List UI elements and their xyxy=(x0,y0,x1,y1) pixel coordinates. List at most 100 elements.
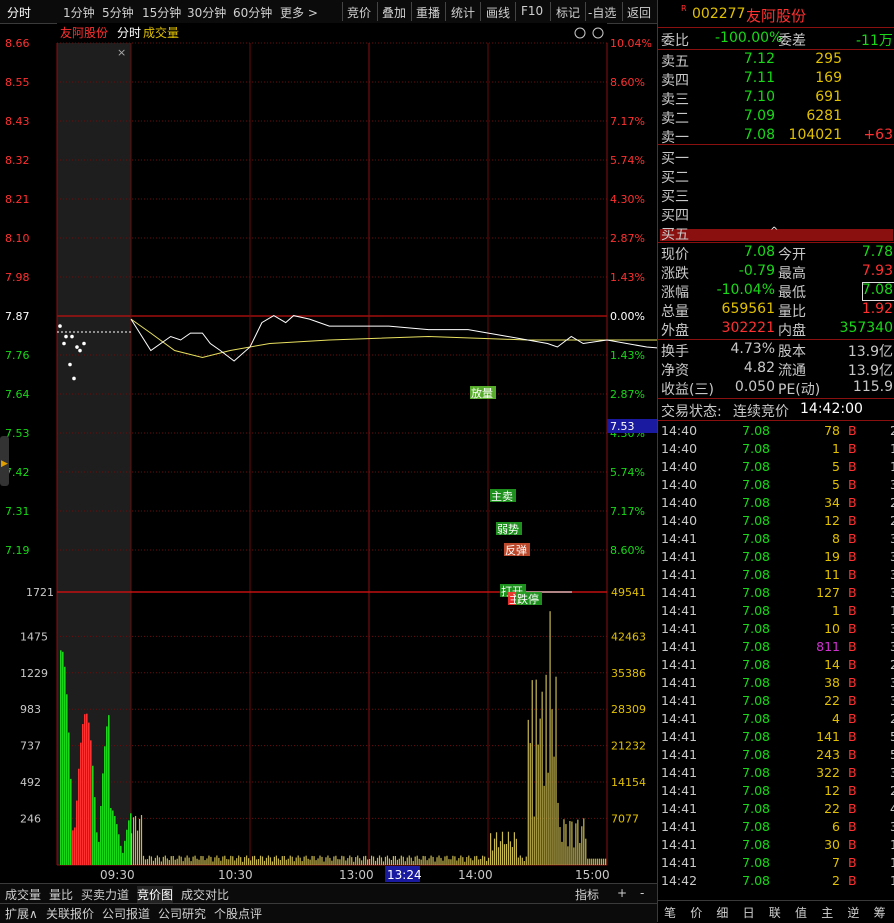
info-tab[interactable]: 公司研究 xyxy=(158,905,206,922)
high-price: 7.93 xyxy=(861,263,893,279)
trade-count: 2 xyxy=(890,495,894,510)
f10-button[interactable]: F10 xyxy=(521,4,543,18)
ask-price: 7.12 xyxy=(743,51,775,67)
trade-price: 7.08 xyxy=(742,657,770,672)
replay-button[interactable]: 重播 xyxy=(416,4,440,21)
volume-bar xyxy=(90,740,92,865)
mark-button[interactable]: 标记 xyxy=(556,4,580,21)
volume-bar xyxy=(400,855,402,865)
signal-label: 反弹 xyxy=(505,543,527,557)
order-ratio-row: 委比 -100.00% 委差 -11万 xyxy=(661,30,893,49)
panel-tab[interactable]: 价 xyxy=(690,904,702,921)
panel-tab[interactable]: 值 xyxy=(795,904,807,921)
panel-tab[interactable]: 笔 xyxy=(664,904,676,921)
auction-button[interactable]: 竞价 xyxy=(347,4,371,21)
volume-bar xyxy=(523,860,525,865)
indicator-tab[interactable]: 量比 xyxy=(49,886,73,903)
volume-bar xyxy=(388,858,391,865)
trade-price: 7.08 xyxy=(742,513,770,528)
panel-tab[interactable]: 日 xyxy=(743,904,755,921)
tab-60min[interactable]: 60分钟 xyxy=(233,4,272,21)
indicator-button[interactable]: 指标 xyxy=(575,886,599,903)
volume-bar xyxy=(255,859,258,865)
indicator-tab[interactable]: 成交量 xyxy=(5,886,41,903)
label: 流通 xyxy=(778,363,806,379)
volume-bar xyxy=(581,826,583,865)
volume-bar xyxy=(291,856,293,865)
trade-row: 14:41 7.08 141 B 5 xyxy=(658,729,894,747)
volume-tick-left: 737 xyxy=(20,740,41,753)
trade-side: B xyxy=(848,513,857,528)
volume-bar xyxy=(152,860,155,865)
indicator-tab[interactable]: 成交对比 xyxy=(181,886,229,903)
remove-indicator-button[interactable]: - xyxy=(640,886,644,900)
volume-bar xyxy=(66,694,68,865)
volume-bar xyxy=(593,858,595,865)
info-tab[interactable]: 个股点评 xyxy=(214,905,262,922)
panel-tab[interactable]: 细 xyxy=(716,904,728,921)
indicator-tab[interactable]: 竞价图 xyxy=(137,886,174,903)
pct-tick: 7.17% xyxy=(610,115,645,128)
bid-row: 买五 xyxy=(658,224,894,243)
price-tick: 8.10 xyxy=(5,232,30,245)
volume-bar xyxy=(124,840,126,865)
panel-tab[interactable]: 筹 xyxy=(874,904,886,921)
trade-price: 7.08 xyxy=(742,837,770,852)
volume-bar xyxy=(212,861,214,865)
back-button[interactable]: 返回 xyxy=(627,4,651,21)
ask-price: 7.08 xyxy=(743,127,775,143)
price-tick: 8.32 xyxy=(5,154,30,167)
trade-price: 7.08 xyxy=(742,711,770,726)
volume-bar xyxy=(114,815,116,865)
draw-button[interactable]: 画线 xyxy=(486,4,510,21)
panel-tab[interactable]: 逆 xyxy=(847,904,859,921)
info-tab[interactable]: 公司报道 xyxy=(102,905,150,922)
indicator-tab[interactable]: 买卖力道 xyxy=(81,886,129,903)
add-indicator-button[interactable]: + xyxy=(617,886,627,900)
volume-tick-right: 28309 xyxy=(611,703,646,716)
volume-bar xyxy=(601,858,603,865)
volume-bar xyxy=(70,778,72,865)
auction-dot xyxy=(82,341,86,346)
tab-5min[interactable]: 5分钟 xyxy=(102,4,134,21)
trade-side: B xyxy=(848,459,857,474)
volume-bar xyxy=(499,841,502,865)
total-volume: 659561 xyxy=(721,301,775,317)
tab-1min[interactable]: 1分钟 xyxy=(63,4,95,21)
intraday-chart[interactable]: 8.66 8.55 8.43 8.32 8.21 8.10 7.98 7.87 7.76 7.64… xyxy=(0,23,657,913)
volume-bar xyxy=(68,732,70,865)
volume-bar xyxy=(460,855,462,865)
volume-bar xyxy=(206,858,208,865)
stats-button[interactable]: 统计 xyxy=(451,4,475,21)
close-icon[interactable]: × xyxy=(117,46,126,59)
panel-tab[interactable]: 联 xyxy=(769,904,781,921)
volume-bar xyxy=(295,857,297,865)
tab-intraday[interactable]: 分时 xyxy=(7,4,31,21)
pe-ratio: 115.9 xyxy=(852,379,893,395)
trade-side: B xyxy=(848,585,857,600)
trade-volume: 5 xyxy=(832,477,840,492)
panel-tab[interactable]: 主 xyxy=(821,904,833,921)
remove-watchlist-button[interactable]: -自选 xyxy=(588,4,616,21)
trade-time: 14:41 xyxy=(661,783,698,798)
tab-more[interactable]: 更多 > xyxy=(280,4,318,21)
volume-bar xyxy=(378,855,381,865)
trade-side: B xyxy=(848,495,857,510)
time-tick: 13:00 xyxy=(339,868,374,882)
volume-bar xyxy=(376,857,379,865)
tab-15min[interactable]: 15分钟 xyxy=(142,4,181,21)
volume-bar xyxy=(82,724,84,865)
trade-time: 14:40 xyxy=(661,477,698,492)
volume-bar xyxy=(573,847,575,865)
overlay-button[interactable]: 叠加 xyxy=(382,4,406,21)
volume-bar xyxy=(603,858,605,865)
trade-time: 14:41 xyxy=(661,621,698,636)
volume-bar xyxy=(240,857,242,865)
info-tab[interactable]: 扩展∧ xyxy=(5,905,38,922)
volume-bar xyxy=(118,834,120,865)
trade-side: B xyxy=(848,531,857,546)
trade-count: 1 xyxy=(890,603,894,618)
volume-bar xyxy=(150,856,153,865)
tab-30min[interactable]: 30分钟 xyxy=(187,4,226,21)
info-tab[interactable]: 关联报价 xyxy=(46,905,94,922)
